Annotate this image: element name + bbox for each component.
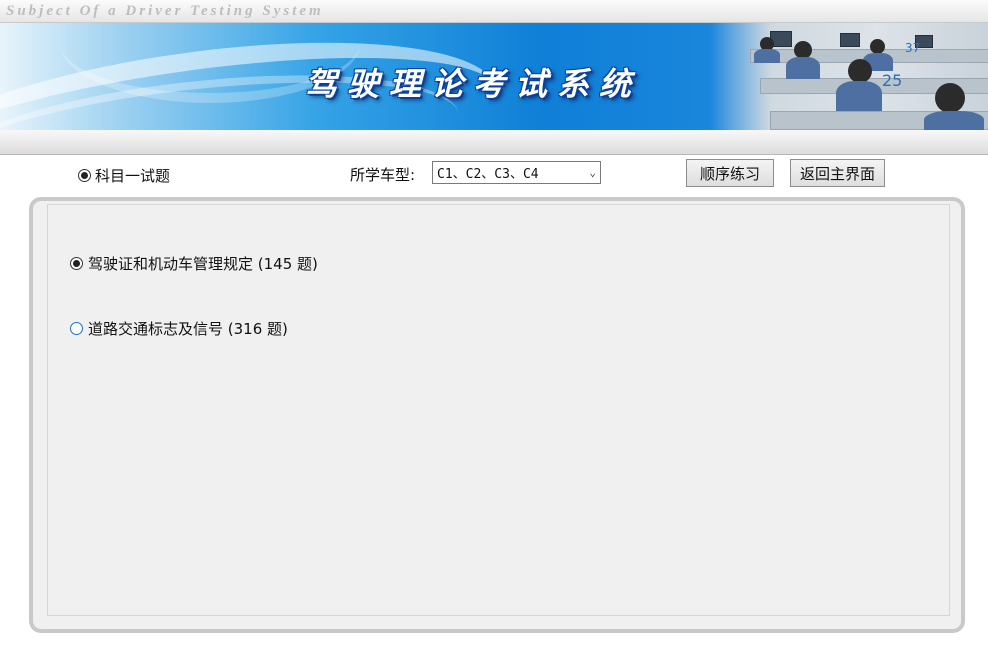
vehicle-type-select[interactable]: C1、C2、C3、C4 ⌄ [432, 161, 601, 184]
photo-person-head [870, 39, 885, 54]
category-panel: 驾驶证和机动车管理规定 (145 题) 道路交通标志及信号 (316 题) [29, 197, 965, 633]
exam-room-photo: 37 25 [710, 23, 988, 130]
header-divider [0, 130, 988, 155]
sequential-practice-button[interactable]: 顺序练习 [686, 159, 774, 187]
photo-monitor [840, 33, 860, 47]
photo-person-head [848, 59, 872, 83]
toolbar: 科目一试题 所学车型: C1、C2、C3、C4 ⌄ 顺序练习 返回主界面 [0, 156, 988, 194]
photo-person-head [935, 83, 965, 113]
subject-option-label: 科目一试题 [95, 167, 171, 185]
back-to-main-button[interactable]: 返回主界面 [790, 159, 885, 187]
subject-one-option[interactable]: 科目一试题 [78, 165, 170, 186]
vehicle-type-value: C1、C2、C3、C4 [437, 167, 539, 182]
chevron-down-icon[interactable]: ⌄ [589, 166, 596, 179]
category-radio[interactable] [70, 257, 83, 270]
category-list: 驾驶证和机动车管理规定 (145 题) 道路交通标志及信号 (316 题) [47, 204, 950, 616]
photo-seat-number: 25 [882, 71, 903, 90]
photo-person-body [786, 57, 820, 79]
category-option[interactable]: 驾驶证和机动车管理规定 (145 题) [70, 253, 318, 274]
subject-radio[interactable] [78, 169, 91, 182]
photo-person-body [754, 49, 780, 63]
banner-title: 驾驶理论考试系统 [305, 65, 642, 103]
category-option[interactable]: 道路交通标志及信号 (316 题) [70, 318, 288, 339]
category-label: 道路交通标志及信号 (316 题) [88, 320, 288, 338]
category-radio[interactable] [70, 322, 83, 335]
photo-seat-number: 37 [905, 41, 921, 55]
category-label: 驾驶证和机动车管理规定 (145 题) [88, 255, 318, 273]
banner: 驾驶理论考试系统 37 25 [0, 23, 988, 130]
photo-person-body [924, 111, 984, 130]
system-subtitle: Subject Of a Driver Testing System [6, 3, 324, 19]
photo-person-body [836, 81, 882, 111]
vehicle-type-label: 所学车型: [350, 166, 416, 184]
subtitle-bar: Subject Of a Driver Testing System [0, 0, 988, 23]
